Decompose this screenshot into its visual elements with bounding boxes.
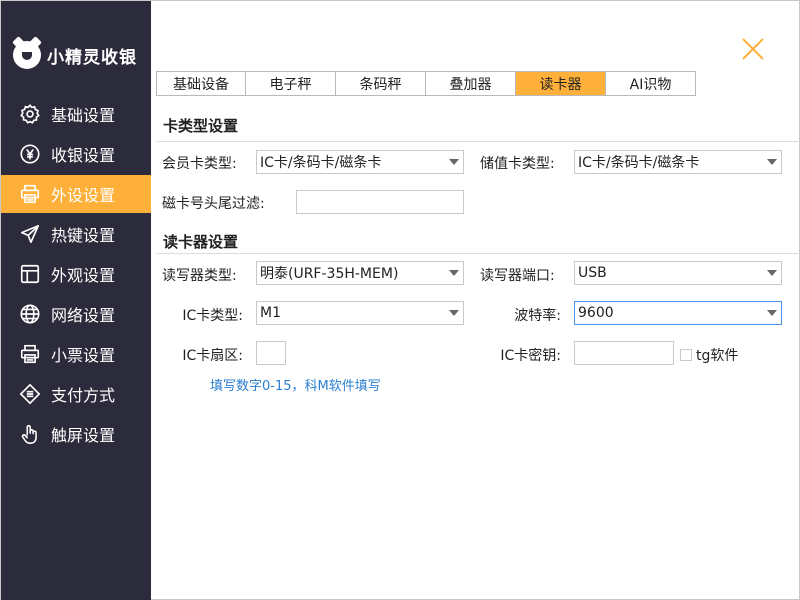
chevron-down-icon	[445, 302, 463, 324]
tg-software-checkbox[interactable]: tg软件	[680, 345, 738, 365]
sidebar-item-label: 外设设置	[51, 186, 116, 205]
stored-card-type-value: IC卡/条码卡/磁条卡	[578, 155, 700, 171]
reader-section-title: 读卡器设置	[163, 233, 239, 251]
tab-card-reader[interactable]: 读卡器	[516, 71, 606, 96]
sidebar-item-hotkeys[interactable]: 热键设置	[1, 215, 151, 253]
reader-type-select[interactable]: 明泰(URF-35H-MEM)	[256, 261, 464, 285]
chevron-down-icon	[763, 151, 781, 173]
sidebar-item-label: 收银设置	[51, 146, 116, 165]
ic-sector-hint: 填写数字0-15，科M软件填写	[210, 379, 381, 394]
sidebar-item-label: 热键设置	[51, 226, 116, 245]
member-card-type-value: IC卡/条码卡/磁条卡	[260, 155, 382, 171]
baud-rate-select[interactable]: 9600	[574, 301, 782, 325]
ic-sector-label: IC卡扇区:	[182, 348, 243, 364]
payment-icon	[19, 383, 41, 405]
ic-sector-input[interactable]	[256, 341, 286, 365]
chevron-down-icon	[445, 151, 463, 173]
printer-icon	[19, 183, 41, 205]
reader-type-value: 明泰(URF-35H-MEM)	[260, 266, 399, 282]
sidebar-item-payment[interactable]: 支付方式	[1, 375, 151, 413]
sidebar-item-basic[interactable]: 基础设置	[1, 95, 151, 133]
tab-overlay[interactable]: 叠加器	[426, 71, 516, 96]
brand: 小精灵收银	[13, 39, 137, 71]
tg-software-label: tg软件	[696, 348, 739, 364]
divider	[156, 253, 800, 254]
ic-key-label: IC卡密钥:	[500, 348, 561, 364]
sidebar-item-network[interactable]: 网络设置	[1, 295, 151, 333]
printer-icon	[19, 343, 41, 365]
card-type-section-title: 卡类型设置	[163, 117, 239, 135]
sidebar-nav: 基础设置 收银设置 外设设置 热键设置 外观设置 网络设置 小票设置 支付方式 …	[1, 95, 151, 455]
reader-port-label: 读写器端口:	[480, 268, 555, 284]
chevron-down-icon	[763, 302, 781, 324]
sidebar-item-touchscreen[interactable]: 触屏设置	[1, 415, 151, 453]
app-name: 小精灵收银	[47, 47, 137, 68]
settings-window: 小精灵收银 基础设置 收银设置 外设设置 热键设置 外观设置 网络设置 小票设置…	[0, 0, 800, 600]
tab-scale[interactable]: 电子秤	[246, 71, 336, 96]
tab-basic-devices[interactable]: 基础设备	[156, 71, 246, 96]
ic-card-type-select[interactable]: M1	[256, 301, 464, 325]
mag-filter-label: 磁卡号头尾过滤:	[162, 196, 265, 212]
sidebar-item-cashier[interactable]: 收银设置	[1, 135, 151, 173]
fox-logo-icon	[13, 41, 41, 69]
globe-icon	[19, 303, 41, 325]
sidebar-item-label: 支付方式	[51, 386, 116, 405]
baud-rate-value: 9600	[578, 305, 614, 321]
close-icon	[742, 38, 764, 60]
reader-port-select[interactable]: USB	[574, 261, 782, 285]
chevron-down-icon	[445, 262, 463, 284]
divider	[156, 141, 800, 142]
stored-card-type-label: 储值卡类型:	[480, 156, 555, 172]
sidebar-item-label: 外观设置	[51, 266, 116, 285]
touch-icon	[19, 423, 41, 445]
sidebar-item-label: 网络设置	[51, 306, 116, 325]
ic-card-type-value: M1	[260, 305, 281, 321]
tab-bar: 基础设备 电子秤 条码秤 叠加器 读卡器 AI识物	[156, 71, 696, 96]
mag-filter-input[interactable]	[296, 190, 464, 214]
gear-icon	[19, 103, 41, 125]
tab-ai-recognition[interactable]: AI识物	[606, 71, 696, 96]
send-icon	[19, 223, 41, 245]
close-button[interactable]	[741, 37, 765, 61]
layout-icon	[19, 263, 41, 285]
sidebar-item-label: 基础设置	[51, 106, 116, 125]
member-card-type-select[interactable]: IC卡/条码卡/磁条卡	[256, 150, 464, 174]
chevron-down-icon	[763, 262, 781, 284]
tab-barcode-scale[interactable]: 条码秤	[336, 71, 426, 96]
ic-card-type-label: IC卡类型:	[182, 308, 243, 324]
baud-rate-label: 波特率:	[514, 308, 561, 324]
sidebar: 小精灵收银 基础设置 收银设置 外设设置 热键设置 外观设置 网络设置 小票设置…	[1, 1, 151, 600]
ic-key-input[interactable]	[574, 341, 674, 365]
checkbox-box	[680, 349, 692, 361]
sidebar-item-receipt[interactable]: 小票设置	[1, 335, 151, 373]
sidebar-item-label: 小票设置	[51, 346, 116, 365]
yen-icon	[19, 143, 41, 165]
reader-type-label: 读写器类型:	[162, 268, 237, 284]
stored-card-type-select[interactable]: IC卡/条码卡/磁条卡	[574, 150, 782, 174]
sidebar-item-appearance[interactable]: 外观设置	[1, 255, 151, 293]
sidebar-item-label: 触屏设置	[51, 426, 116, 445]
reader-port-value: USB	[578, 265, 607, 281]
member-card-type-label: 会员卡类型:	[162, 156, 237, 172]
sidebar-item-peripherals[interactable]: 外设设置	[1, 175, 151, 213]
